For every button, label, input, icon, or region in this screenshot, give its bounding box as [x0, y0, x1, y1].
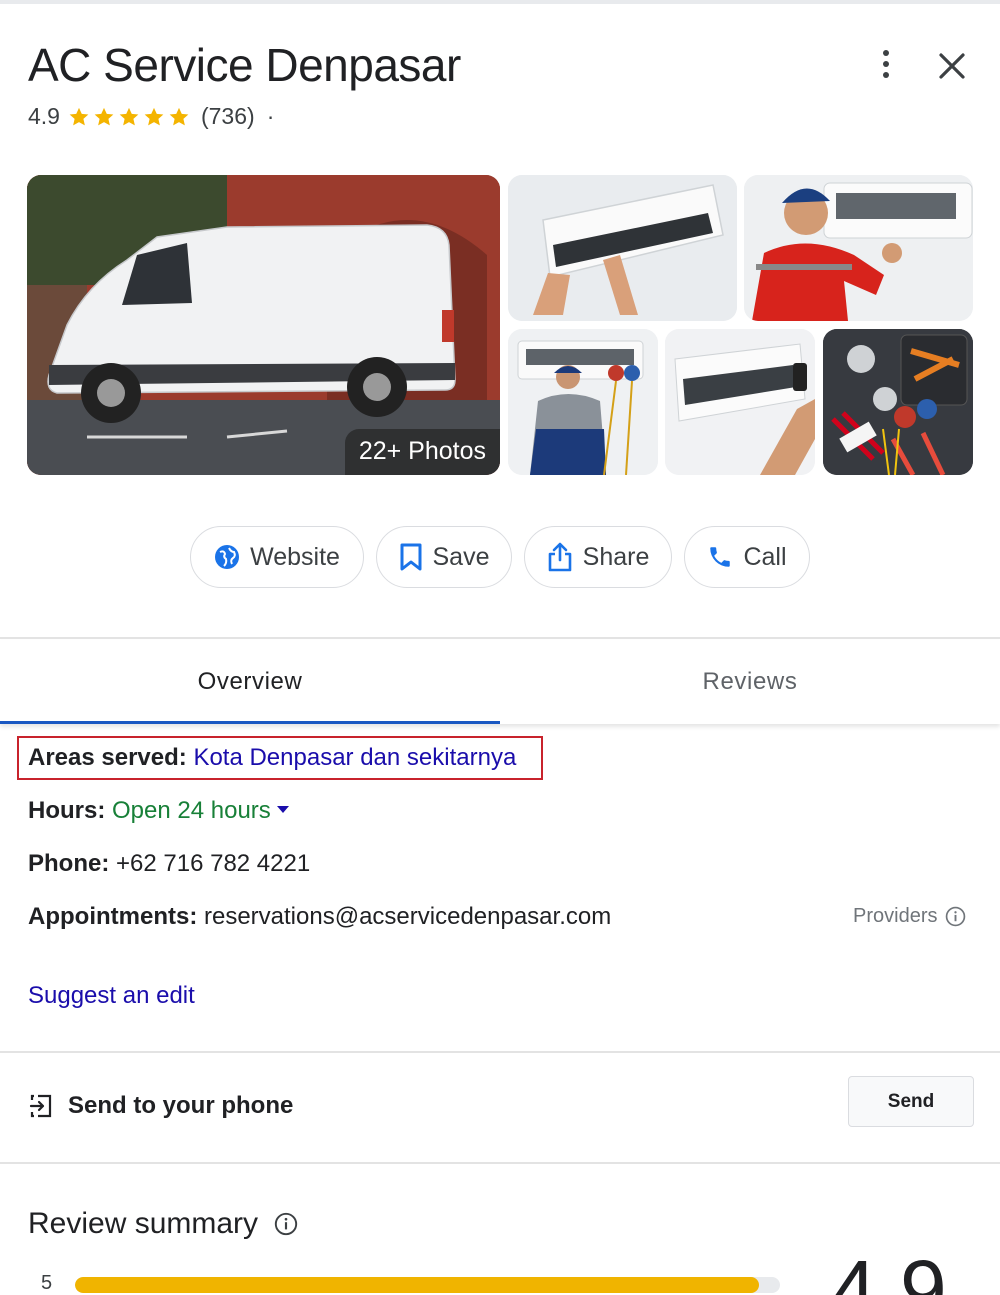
star-icon: [169, 107, 189, 125]
rating-value: 4.9: [28, 103, 60, 129]
website-button[interactable]: Website: [190, 526, 364, 588]
star-icon: [144, 107, 164, 125]
active-tab-indicator: [0, 721, 500, 724]
photo-tools[interactable]: [823, 329, 973, 475]
photo-ac-cleaning[interactable]: [508, 175, 737, 321]
send-to-phone-icon: [29, 1094, 52, 1118]
rating-row[interactable]: 4.9 (736) ·: [28, 103, 274, 130]
top-border: [0, 0, 1000, 4]
areas-served-label: Areas served:: [28, 744, 187, 771]
photo-technician-red[interactable]: [744, 175, 973, 321]
providers-label: Providers: [853, 905, 938, 927]
areas-served-value[interactable]: Kota Denpasar dan sekitarnya: [193, 744, 516, 771]
rating-bar-label: 5: [41, 1272, 53, 1294]
divider: [0, 637, 1000, 639]
photo-van[interactable]: 22+ Photos: [27, 175, 500, 475]
tools-image: [823, 329, 973, 475]
tab-bar: Overview Reviews: [0, 640, 1000, 724]
bookmark-icon: [400, 543, 421, 571]
close-icon[interactable]: [934, 48, 970, 84]
phone-label: Phone:: [28, 850, 110, 877]
ac-cleaning-image: [508, 175, 737, 321]
appointments-value[interactable]: reservations@acservicedenpasar.com: [204, 903, 611, 930]
providers-info[interactable]: Providers: [853, 905, 966, 928]
hours-row[interactable]: Hours: Open 24 hours: [28, 797, 289, 825]
share-icon: [548, 542, 571, 572]
chevron-down-icon[interactable]: [276, 806, 289, 814]
send-button[interactable]: Send: [848, 1076, 974, 1127]
rating-bar-fill: [75, 1277, 759, 1293]
place-title: AC Service Denpasar: [28, 39, 461, 91]
star-rating: [68, 106, 193, 128]
average-score: 4.9: [830, 1243, 947, 1295]
phone-row: Phone: +62 716 782 4221: [28, 850, 310, 878]
call-label: Call: [743, 542, 787, 571]
tab-overview[interactable]: Overview: [0, 640, 500, 724]
hours-label: Hours:: [28, 797, 106, 824]
ac-repair-image: [665, 329, 815, 475]
technician-red-image: [744, 175, 973, 321]
divider: [0, 1162, 1000, 1164]
info-icon[interactable]: [945, 906, 966, 927]
phone-value[interactable]: +62 716 782 4221: [116, 850, 310, 877]
website-label: Website: [250, 542, 340, 571]
star-icon: [94, 107, 114, 125]
photo-count-badge[interactable]: 22+ Photos: [344, 429, 500, 475]
photo-ac-repair[interactable]: [665, 329, 815, 475]
save-button[interactable]: Save: [376, 526, 512, 588]
photo-technician-gauges[interactable]: [508, 329, 658, 475]
more-options-icon[interactable]: [872, 46, 900, 82]
appointments-row: Appointments: reservations@acservicedenp…: [28, 903, 611, 931]
appointments-label: Appointments:: [28, 903, 198, 930]
review-summary-title: Review summary: [28, 1207, 259, 1240]
areas-served-row: Areas served: Kota Denpasar dan sekitarn…: [28, 744, 516, 772]
phone-icon: [710, 547, 731, 567]
star-icon: [69, 107, 89, 125]
review-count[interactable]: (736): [201, 103, 255, 130]
info-icon[interactable]: [274, 1212, 298, 1236]
review-summary-heading: Review summary: [28, 1207, 298, 1241]
share-button[interactable]: Share: [524, 526, 672, 588]
tab-reviews[interactable]: Reviews: [500, 640, 1000, 724]
send-to-phone-label: Send to your phone: [68, 1092, 294, 1119]
action-buttons: Website Save Share Call: [0, 526, 1000, 590]
star-icon: [119, 107, 139, 125]
send-to-phone-row: Send to your phone: [28, 1092, 293, 1120]
save-label: Save: [432, 542, 490, 571]
divider: [0, 1051, 1000, 1053]
suggest-edit-link[interactable]: Suggest an edit: [28, 982, 195, 1010]
separator-dot: ·: [266, 103, 275, 129]
technician-gauges-image: [508, 329, 658, 475]
globe-icon: [215, 545, 240, 569]
rating-bar-5[interactable]: [75, 1277, 780, 1293]
share-label: Share: [582, 542, 650, 571]
hours-value[interactable]: Open 24 hours: [112, 797, 271, 824]
call-button[interactable]: Call: [684, 526, 810, 588]
